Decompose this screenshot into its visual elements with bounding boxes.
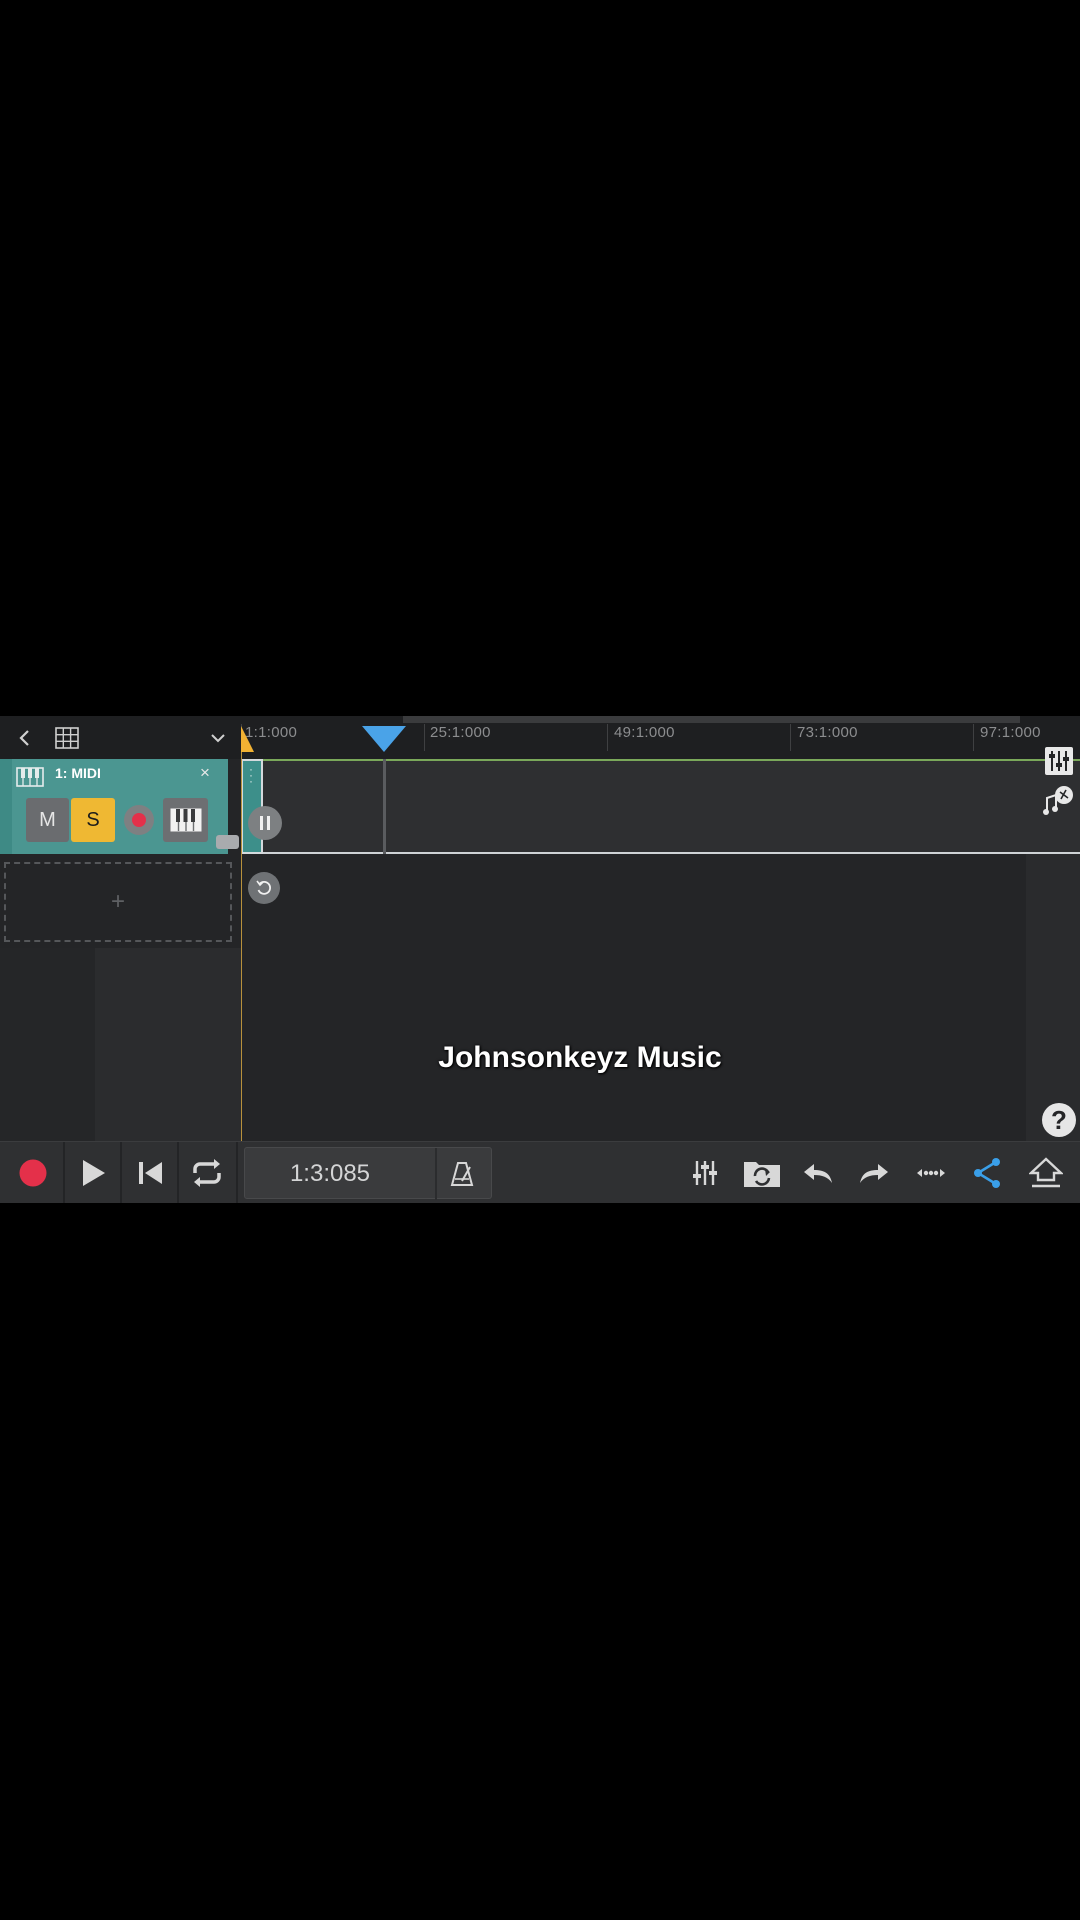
pause-icon[interactable] [248,806,282,840]
clip-handle-icon[interactable]: · · · [249,763,253,787]
volume-handle[interactable] [216,835,239,849]
mixer-icon[interactable] [1041,743,1077,779]
track-name[interactable]: 1: MIDI [55,765,101,781]
track-color-strip [0,759,12,854]
loop-start-line [241,752,242,1141]
watermark-text: Johnsonkeyz Music [438,1041,722,1074]
ruler-label: 25:1:000 [430,724,491,741]
mute-button[interactable]: M [26,798,69,842]
metronome-icon[interactable] [435,1148,487,1200]
export-icon[interactable] [1019,1142,1073,1203]
playhead-line [383,759,386,854]
record-icon[interactable] [8,1142,58,1203]
grid-icon[interactable] [52,721,82,755]
record-arm-icon[interactable] [124,805,154,835]
add-track-button[interactable]: + [4,862,232,942]
side-panel-shade [1026,854,1080,1141]
time-position[interactable]: 1:3:085 [245,1148,415,1200]
sample-browser-icon[interactable] [1041,782,1077,818]
timeline-header: 1:1:000 25:1:000 49:1:000 73:1:000 97:1:… [0,716,1080,759]
redo-icon[interactable] [849,1142,899,1203]
piano-keyboard-icon [16,767,44,792]
daw-app: 1:1:000 25:1:000 49:1:000 73:1:000 97:1:… [0,716,1080,1203]
more-icon[interactable] [906,1142,956,1203]
playhead-marker[interactable] [362,726,406,752]
share-icon[interactable] [962,1142,1012,1203]
chevron-down-icon[interactable] [206,721,230,755]
help-icon[interactable]: ? [1042,1103,1076,1137]
instrument-icon[interactable] [163,798,208,842]
back-arrow-icon[interactable] [10,721,38,755]
time-display[interactable]: 1:3:085 [244,1147,492,1200]
ruler-label: 97:1:000 [980,724,1041,741]
undo-icon[interactable] [793,1142,843,1203]
rewind-circle-icon[interactable] [248,872,280,904]
ruler-label: 49:1:000 [614,724,675,741]
loop-start-marker[interactable] [241,726,254,752]
ruler-label: 73:1:000 [797,724,858,741]
folder-sync-icon[interactable] [737,1142,787,1203]
track-header-midi[interactable]: 1: MIDI × M S [0,759,239,854]
play-icon[interactable] [66,1142,120,1203]
track-lane[interactable] [241,759,1080,854]
skip-to-start-icon[interactable] [123,1142,177,1203]
transport-bar: 1:3:085 [0,1141,1080,1203]
solo-button[interactable]: S [71,798,115,842]
loop-icon[interactable] [180,1142,234,1203]
mixer-settings-icon[interactable] [680,1142,730,1203]
close-icon[interactable]: × [200,763,210,783]
